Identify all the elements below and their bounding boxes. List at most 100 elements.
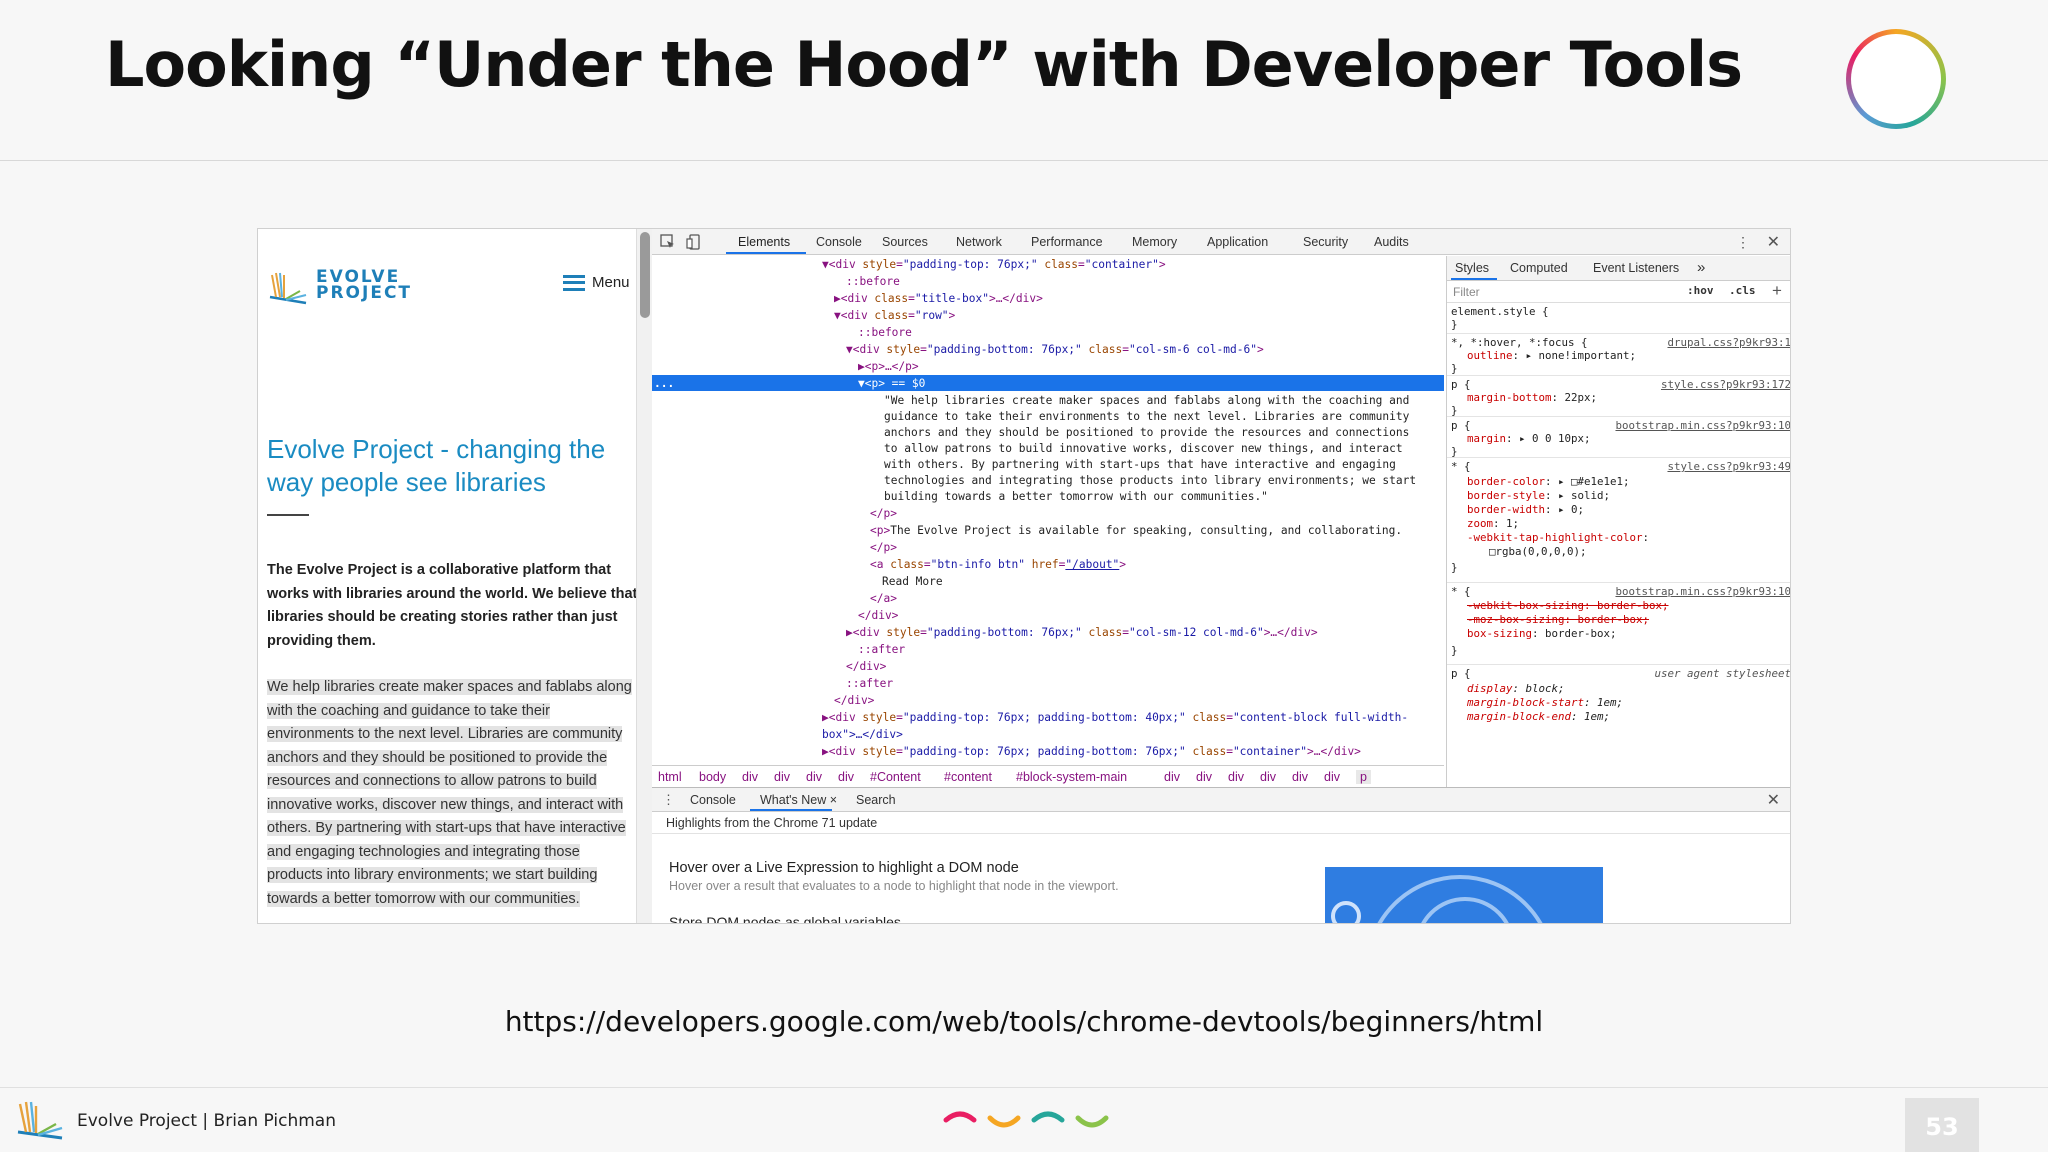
breadcrumb-item[interactable]: html [658,770,682,784]
breadcrumb-item[interactable]: body [699,770,726,784]
pseudo-after[interactable]: ::after [846,675,893,692]
tab-elements[interactable]: Elements [738,235,790,249]
evolve-logo[interactable]: EVOLVE PROJECT [266,267,446,307]
heading-divider [267,514,309,516]
tab-sources[interactable]: Sources [882,235,928,249]
breadcrumb-item[interactable]: div [1196,770,1212,784]
elements-tree: ▼<div style="padding-top: 76px;" class="… [652,256,1444,792]
filter-input[interactable]: Filter [1453,285,1480,299]
drawer-tab-console[interactable]: Console [690,793,736,807]
closing-tag: </p> [870,507,897,520]
breadcrumb-item[interactable]: div [1228,770,1244,784]
css-rule: * { style.css?p9kr93:49 border-color: ▸ … [1447,458,1790,583]
dom-node[interactable]: ▼<div style="padding-top: 76px;" class="… [822,256,1166,273]
device-toolbar-icon[interactable] [686,234,702,250]
browser-screenshot: EVOLVE PROJECT Menu Evolve Project - cha… [257,228,1791,924]
active-tab-indicator [726,252,806,254]
breadcrumb-item[interactable]: div [838,770,854,784]
closing-tag: </a> [870,592,897,605]
dom-node[interactable]: ▶<div style="padding-top: 76px; padding-… [822,709,1408,726]
css-rule: *, *:hover, *:focus { drupal.css?p9kr93:… [1447,334,1790,376]
tab-event-listeners[interactable]: Event Listeners [1593,261,1679,275]
dom-node[interactable]: <a class="btn-info btn" href="/about"> [870,556,1126,573]
tab-application[interactable]: Application [1207,235,1268,249]
css-rule: p { bootstrap.min.css?p9kr93:10 margin: … [1447,417,1790,458]
active-tab-indicator [1451,278,1497,280]
dom-node[interactable]: ▶<p>…</p> [858,358,919,375]
drawer-tab-search[interactable]: Search [856,793,896,807]
css-rule: * { bootstrap.min.css?p9kr93:10 -webkit-… [1447,583,1790,665]
news-item-description: Hover over a result that evaluates to a … [669,879,1119,893]
close-devtools-icon[interactable]: ✕ [1767,232,1780,252]
dom-node[interactable]: ▼<div class="row"> [834,307,955,324]
rule-source-link[interactable]: style.css?p9kr93:49 [1667,459,1790,474]
tab-performance[interactable]: Performance [1031,235,1103,249]
text-node-line: anchors and they should be positioned to… [884,426,1410,439]
website-panel: EVOLVE PROJECT Menu Evolve Project - cha… [258,229,636,923]
rule-source-link[interactable]: bootstrap.min.css?p9kr93:10 [1615,584,1790,599]
text-node-line: guidance to take their environments to t… [884,410,1410,423]
dom-node-continued: box">…</div> [822,728,903,741]
dom-node[interactable]: ▶<div style="padding-top: 76px; padding-… [822,743,1361,760]
breadcrumb-item[interactable]: #block-system-main [1016,770,1127,784]
decorative-smiles-icon [943,1111,1109,1128]
drawer-tab-whats-new[interactable]: What's New × [760,793,837,807]
pseudo-after[interactable]: ::after [858,641,905,658]
rule-source-link[interactable]: style.css?p9kr93:172 [1661,377,1790,392]
close-drawer-icon[interactable]: ✕ [1767,790,1780,810]
tab-computed[interactable]: Computed [1510,261,1568,275]
breadcrumb-item[interactable]: div [1292,770,1308,784]
tab-network[interactable]: Network [956,235,1002,249]
scroll-thumb[interactable] [640,232,650,318]
pseudo-before[interactable]: ::before [858,324,912,341]
active-tab-indicator [750,809,832,811]
breadcrumb-item[interactable]: div [774,770,790,784]
styles-pane: Styles Computed Event Listeners » Filter… [1446,256,1791,787]
drawer-menu-icon[interactable]: ⋮ [662,792,675,808]
selected-dom-node[interactable]: ... ▼<p> == $0 [652,375,1444,391]
closing-tag: </div> [834,694,875,707]
more-tabs-chevron-icon[interactable]: » [1697,259,1705,276]
dom-node[interactable]: ▶<div style="padding-bottom: 76px;" clas… [846,624,1318,641]
inspect-element-icon[interactable] [660,234,676,250]
dom-node[interactable]: ▶<div class="title-box">…</div> [834,290,1043,307]
news-item-title[interactable]: Hover over a Live Expression to highligh… [669,860,1019,876]
footer-divider [0,1087,2048,1088]
book-icon [269,272,307,305]
text-node-line: to allow patrons to build innovative wor… [884,442,1403,455]
breadcrumb-item[interactable]: div [1324,770,1340,784]
breadcrumb-item-active[interactable]: p [1356,770,1371,784]
breadcrumb-item[interactable]: #content [944,770,992,784]
breadcrumb-item[interactable]: div [742,770,758,784]
tab-audits[interactable]: Audits [1374,235,1409,249]
breadcrumb-item[interactable]: div [1164,770,1180,784]
devtools-panel: Elements Console Sources Network Perform… [652,229,1791,923]
tab-console[interactable]: Console [816,235,862,249]
tab-security[interactable]: Security [1303,235,1348,249]
more-options-icon[interactable]: ⋮ [1736,234,1750,251]
rule-source-link[interactable]: drupal.css?p9kr93:1 [1667,335,1790,350]
breadcrumb-item[interactable]: div [806,770,822,784]
cls-toggle[interactable]: .cls [1729,284,1756,297]
menu-button[interactable]: Menu [563,274,630,291]
closing-tag: </div> [846,660,887,673]
site-scrollbar[interactable] [636,229,652,923]
add-rule-icon[interactable]: + [1772,281,1782,301]
tab-styles[interactable]: Styles [1455,261,1489,275]
tab-memory[interactable]: Memory [1132,235,1177,249]
hov-toggle[interactable]: :hov [1687,284,1714,297]
news-item-title[interactable]: Store DOM nodes as global variables [669,914,901,923]
pseudo-before[interactable]: ::before [846,273,900,290]
devtools-tabbar: Elements Console Sources Network Perform… [652,229,1790,255]
styles-tabbar: Styles Computed Event Listeners » [1447,256,1790,281]
dom-node[interactable]: <p>The Evolve Project is available for s… [870,522,1402,539]
slide-title: Looking “Under the Hood” with Developer … [105,28,1743,101]
breadcrumb-item[interactable]: div [1260,770,1276,784]
drawer-header: Highlights from the Chrome 71 update [652,812,1790,834]
rule-source-label: user agent stylesheet [1654,667,1791,680]
breadcrumb-item[interactable]: #Content [870,770,921,784]
dom-node[interactable]: ▼<div style="padding-bottom: 76px;" clas… [846,341,1264,358]
source-url[interactable]: https://developers.google.com/web/tools/… [0,1005,2048,1038]
rule-source-link[interactable]: bootstrap.min.css?p9kr93:10 [1615,418,1790,433]
breadcrumb: html body div div div div #Content #cont… [652,765,1444,787]
